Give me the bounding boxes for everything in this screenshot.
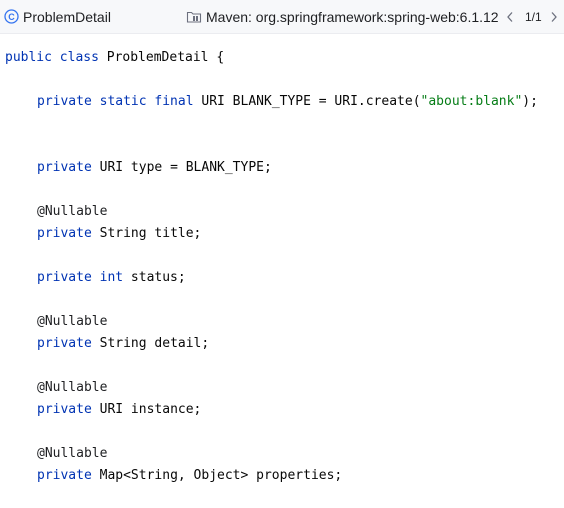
keyword: public class — [5, 50, 99, 65]
annotation-nullable: @Nullable — [37, 446, 108, 461]
code-text: String title; — [91, 226, 202, 241]
chevron-right-icon[interactable] — [549, 9, 559, 25]
code-text: status; — [123, 270, 186, 285]
keyword: private — [37, 160, 92, 175]
editor-tab-header: C ProblemDetail Maven: org.springframewo… — [0, 0, 564, 34]
keyword: private — [37, 468, 92, 483]
class-icon: C — [4, 9, 19, 24]
code-line-instance-field: private URI instance; — [37, 401, 201, 419]
annotation-nullable: @Nullable — [37, 314, 108, 329]
code-text: String detail; — [91, 336, 210, 351]
code-line-class-declaration: public class ProblemDetail { — [5, 49, 224, 67]
file-title: ProblemDetail — [23, 9, 111, 25]
code-line-title-field: private String title; — [37, 225, 201, 243]
annotation-nullable: @Nullable — [37, 380, 108, 395]
annotation-nullable: @Nullable — [37, 204, 108, 219]
code-text: ProblemDetail { — [98, 50, 225, 65]
library-path: Maven: org.springframework:spring-web:6.… — [206, 9, 499, 25]
keyword: private static final — [37, 94, 194, 109]
class-icon-letter: C — [8, 12, 15, 22]
code-text: URI BLANK_TYPE = URI.create( — [193, 94, 421, 109]
chevron-left-icon[interactable] — [505, 9, 515, 25]
library-folder-icon — [186, 11, 202, 23]
code-text: ); — [522, 94, 538, 109]
match-counter: 1/1 — [525, 10, 542, 24]
code-line-status-field: private int status; — [37, 269, 186, 287]
code-line-type-field: private URI type = BLANK_TYPE; — [37, 159, 272, 177]
string-literal: "about:blank" — [420, 94, 523, 109]
keyword: private — [37, 402, 92, 417]
keyword: private — [37, 226, 92, 241]
code-text: URI instance; — [91, 402, 202, 417]
code-line-detail-field: private String detail; — [37, 335, 209, 353]
keyword: private int — [37, 270, 124, 285]
code-line-properties-field: private Map<String, Object> properties; — [37, 467, 342, 485]
keyword: private — [37, 336, 92, 351]
code-text: URI type = BLANK_TYPE; — [91, 160, 272, 175]
code-text: Map<String, Object> properties; — [91, 468, 343, 483]
code-line-blank-type: private static final URI BLANK_TYPE = UR… — [37, 93, 538, 111]
